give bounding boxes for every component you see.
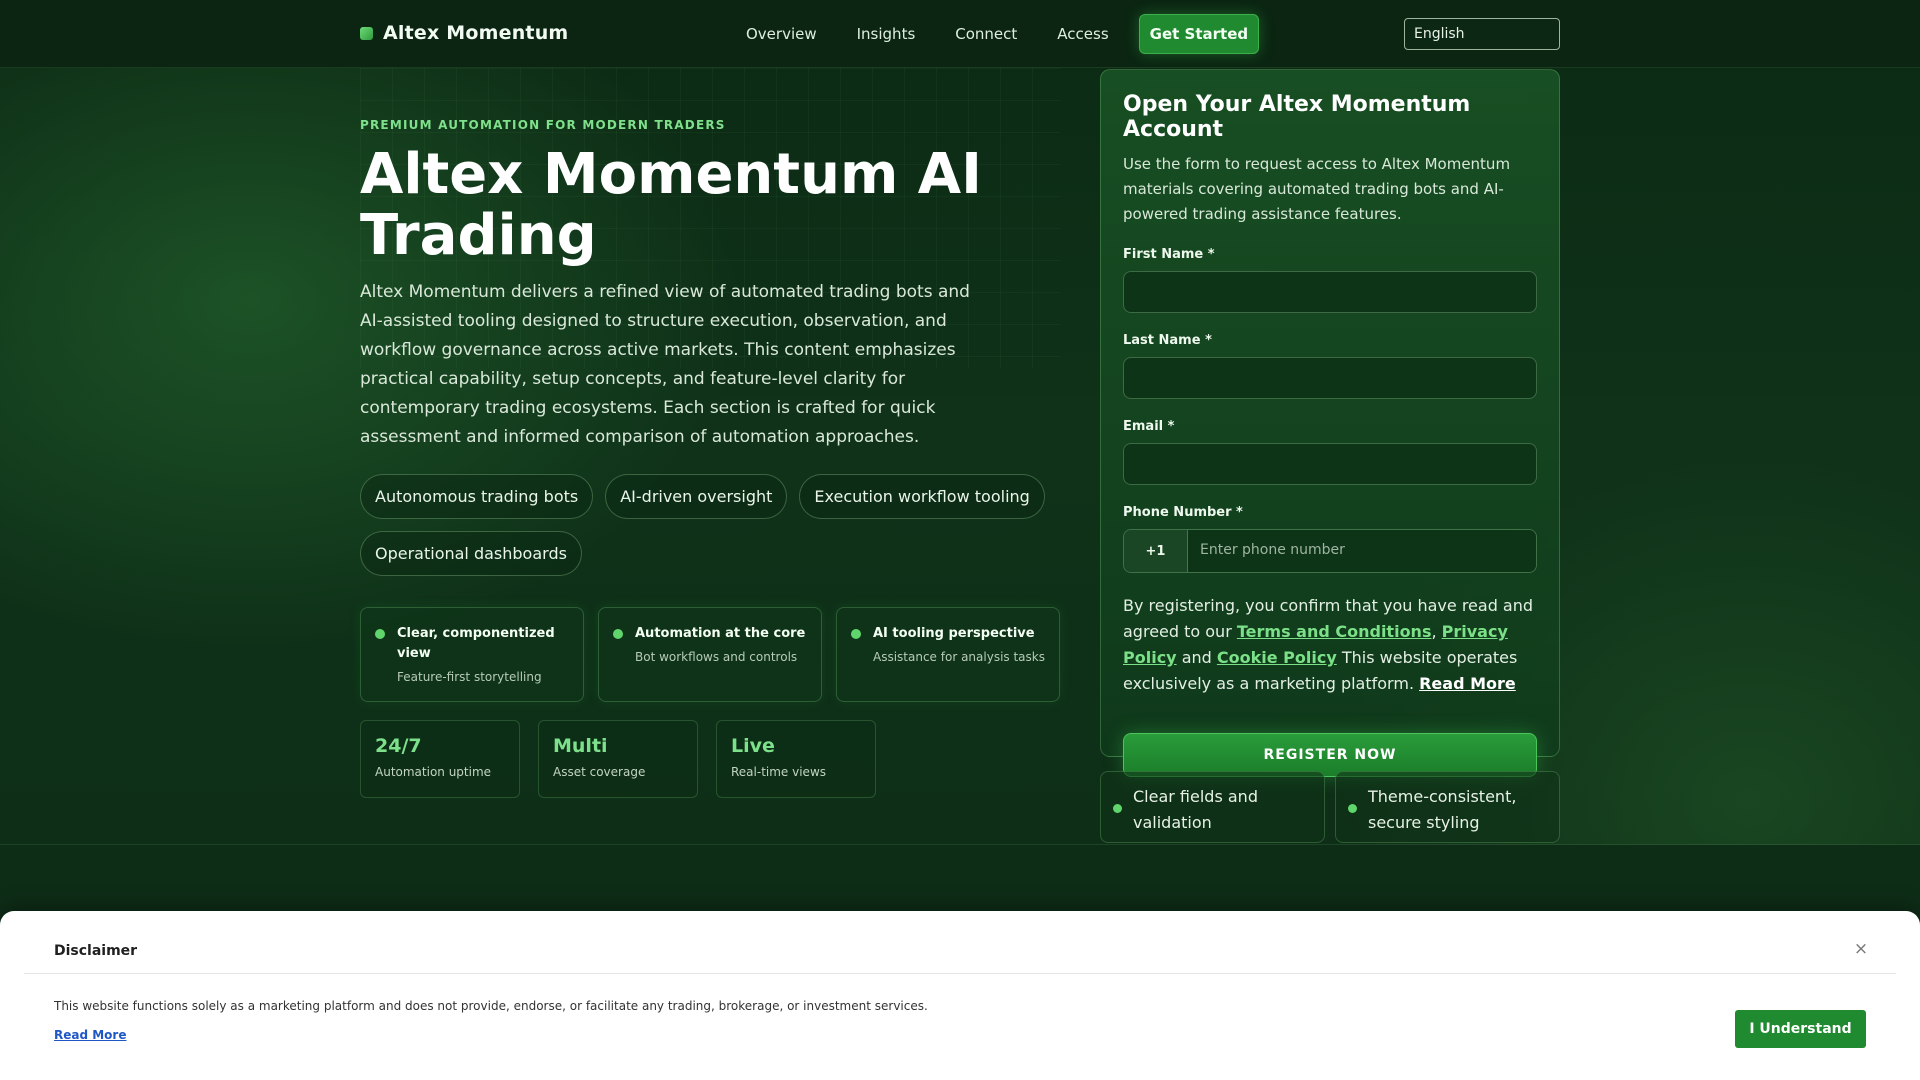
benefit-text: Clear fields and validation — [1133, 787, 1258, 832]
feature-card: Clear, componentized view Feature-first … — [360, 607, 584, 702]
nav-connect[interactable]: Connect — [935, 15, 1037, 53]
close-icon[interactable]: × — [1852, 940, 1870, 958]
benefit-card: Clear fields and validation — [1100, 771, 1325, 843]
chip-operational-dashboards: Operational dashboards — [360, 531, 582, 576]
chip-ai-oversight: AI-driven oversight — [605, 474, 788, 519]
stat-value: Live — [731, 735, 775, 757]
hero-eyebrow: PREMIUM AUTOMATION FOR MODERN TRADERS — [360, 118, 726, 132]
brand-name: Altex Momentum — [383, 22, 569, 44]
stat-value: Multi — [553, 735, 608, 757]
cookie-link[interactable]: Cookie Policy — [1217, 648, 1337, 667]
disclaimer-banner: Disclaimer × This website functions sole… — [0, 911, 1920, 1080]
feature-title: Clear, componentized view — [397, 626, 555, 661]
feature-subtitle: Assistance for analysis tasks — [873, 650, 1045, 664]
language-select[interactable]: English — [1404, 18, 1560, 50]
form-description: Use the form to request access to Altex … — [1123, 155, 1511, 223]
main-nav: Overview Insights Connect Access Get Sta… — [746, 14, 1260, 54]
nav-insights[interactable]: Insights — [837, 15, 936, 53]
feature-subtitle: Feature-first storytelling — [397, 670, 542, 684]
registration-form: Open Your Altex Momentum Account Use the… — [1100, 69, 1560, 777]
chip-autonomous-bots: Autonomous trading bots — [360, 474, 594, 519]
chip-execution-tooling: Execution workflow tooling — [799, 474, 1045, 519]
site-header: Altex Momentum Overview Insights Connect… — [0, 0, 1920, 68]
last-name-label: Last Name * — [1123, 333, 1212, 348]
email-label: Email * — [1123, 419, 1175, 434]
consent-text: By registering, you confirm that you hav… — [1123, 593, 1537, 697]
form-benefits: Clear fields and validation Theme-consis… — [1100, 771, 1560, 843]
phone-label: Phone Number * — [1123, 505, 1243, 520]
brand-logo[interactable]: Altex Momentum — [360, 22, 568, 44]
stat-label: Automation uptime — [375, 765, 492, 779]
consent-comma: , — [1431, 622, 1442, 641]
disclaimer-text: This website functions solely as a marke… — [54, 999, 928, 1013]
feature-title: Automation at the core — [635, 626, 806, 641]
stat-value: 24/7 — [375, 735, 422, 757]
feature-title: AI tooling perspective — [873, 626, 1035, 641]
hero-title: Altex Momentum AI Trading — [360, 142, 982, 268]
stat-label: Asset coverage — [553, 765, 646, 779]
divider — [24, 973, 1896, 974]
hero-description: Altex Momentum delivers a refined view o… — [360, 282, 970, 447]
disclaimer-title: Disclaimer — [54, 943, 138, 959]
country-code-select[interactable]: +1 — [1124, 530, 1188, 572]
bullet-icon — [851, 629, 861, 639]
phone-input[interactable]: Enter phone number — [1188, 530, 1536, 572]
feature-subtitle: Bot workflows and controls — [635, 650, 798, 664]
phone-field: +1 Enter phone number — [1123, 529, 1537, 573]
nav-overview[interactable]: Overview — [746, 15, 837, 53]
stat-card: Multi Asset coverage — [538, 720, 698, 798]
stat-card: 24/7 Automation uptime — [360, 720, 520, 798]
benefit-card: Theme-consistent, secure styling — [1335, 771, 1560, 843]
stat-label: Real-time views — [731, 765, 827, 779]
bullet-icon — [375, 629, 385, 639]
feature-cards: Clear, componentized view Feature-first … — [360, 607, 1060, 702]
disclaimer-read-more-link[interactable]: Read More — [54, 1028, 127, 1042]
feature-card: Automation at the core Bot workflows and… — [598, 607, 822, 702]
terms-link[interactable]: Terms and Conditions — [1237, 622, 1432, 641]
last-name-input[interactable] — [1123, 357, 1537, 399]
email-input[interactable] — [1123, 443, 1537, 485]
brand-mark-icon — [360, 26, 373, 40]
stat-card: Live Real-time views — [716, 720, 876, 798]
first-name-input[interactable] — [1123, 271, 1537, 313]
stats-row: 24/7 Automation uptime Multi Asset cover… — [360, 720, 876, 798]
bullet-icon — [1348, 804, 1357, 813]
benefit-text: Theme-consistent, secure styling — [1368, 787, 1517, 832]
get-started-button[interactable]: Get Started — [1138, 14, 1260, 54]
feature-chips: Autonomous trading bots AI-driven oversi… — [360, 474, 1060, 576]
form-title: Open Your Altex Momentum Account — [1123, 92, 1471, 142]
read-more-link[interactable]: Read More — [1419, 674, 1516, 693]
first-name-label: First Name * — [1123, 247, 1215, 262]
understand-button[interactable]: I Understand — [1735, 1010, 1866, 1048]
bullet-icon — [613, 629, 623, 639]
feature-card: AI tooling perspective Assistance for an… — [836, 607, 1060, 702]
consent-and: and — [1176, 648, 1217, 667]
nav-access[interactable]: Access — [1037, 15, 1128, 53]
bullet-icon — [1113, 804, 1122, 813]
